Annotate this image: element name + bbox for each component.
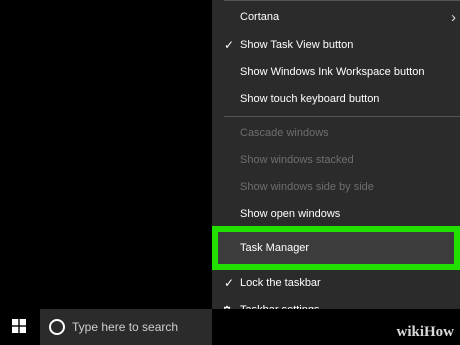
menu-item-cortana[interactable]: Cortana › [212,4,460,31]
menu-item-cascade-windows: Cascade windows [212,120,460,147]
menu-item-label: Show Task View button [240,39,354,51]
menu-item-label: Show touch keyboard button [240,93,380,105]
wikihow-watermark: wikiHow [396,324,454,341]
menu-item-label: Cortana [240,11,280,23]
menu-item-show-ink-workspace[interactable]: Show Windows Ink Workspace button [212,59,460,86]
highlight-box-task-manager: Task Manager [212,226,460,270]
menu-item-label: Cascade windows [240,127,329,139]
menu-divider [224,116,460,117]
menu-item-label: Show windows side by side [240,181,374,193]
menu-item-lock-taskbar[interactable]: ✓ Lock the taskbar [212,270,460,297]
menu-item-label: Show open windows [240,208,341,220]
taskbar: Type here to search [0,309,460,345]
menu-item-label: Show Windows Ink Workspace button [240,66,425,78]
menu-item-windows-side-by-side: Show windows side by side [212,174,460,201]
menu-item-label: Task Manager [240,242,310,254]
watermark-wiki: wiki [396,324,424,340]
taskbar-context-menu: Cortana › ✓ Show Task View button Show W… [212,0,460,345]
menu-item-windows-stacked: Show windows stacked [212,147,460,174]
checkmark-icon: ✓ [223,38,235,52]
menu-item-label: Show windows stacked [240,154,354,166]
windows-start-icon[interactable] [12,319,26,333]
menu-top-divider [224,0,460,1]
menu-item-show-task-view[interactable]: ✓ Show Task View button [212,32,460,59]
cortana-icon [49,319,65,335]
taskbar-search-box[interactable]: Type here to search [40,309,212,345]
chevron-right-icon: › [451,9,456,26]
search-placeholder: Type here to search [72,320,179,334]
menu-item-label: Lock the taskbar [240,277,321,289]
checkmark-icon: ✓ [223,276,235,290]
menu-item-show-touch-keyboard[interactable]: Show touch keyboard button [212,86,460,113]
menu-item-show-open-windows[interactable]: Show open windows [212,201,460,228]
watermark-how: How [424,324,454,340]
menu-item-task-manager[interactable]: Task Manager [218,236,454,261]
